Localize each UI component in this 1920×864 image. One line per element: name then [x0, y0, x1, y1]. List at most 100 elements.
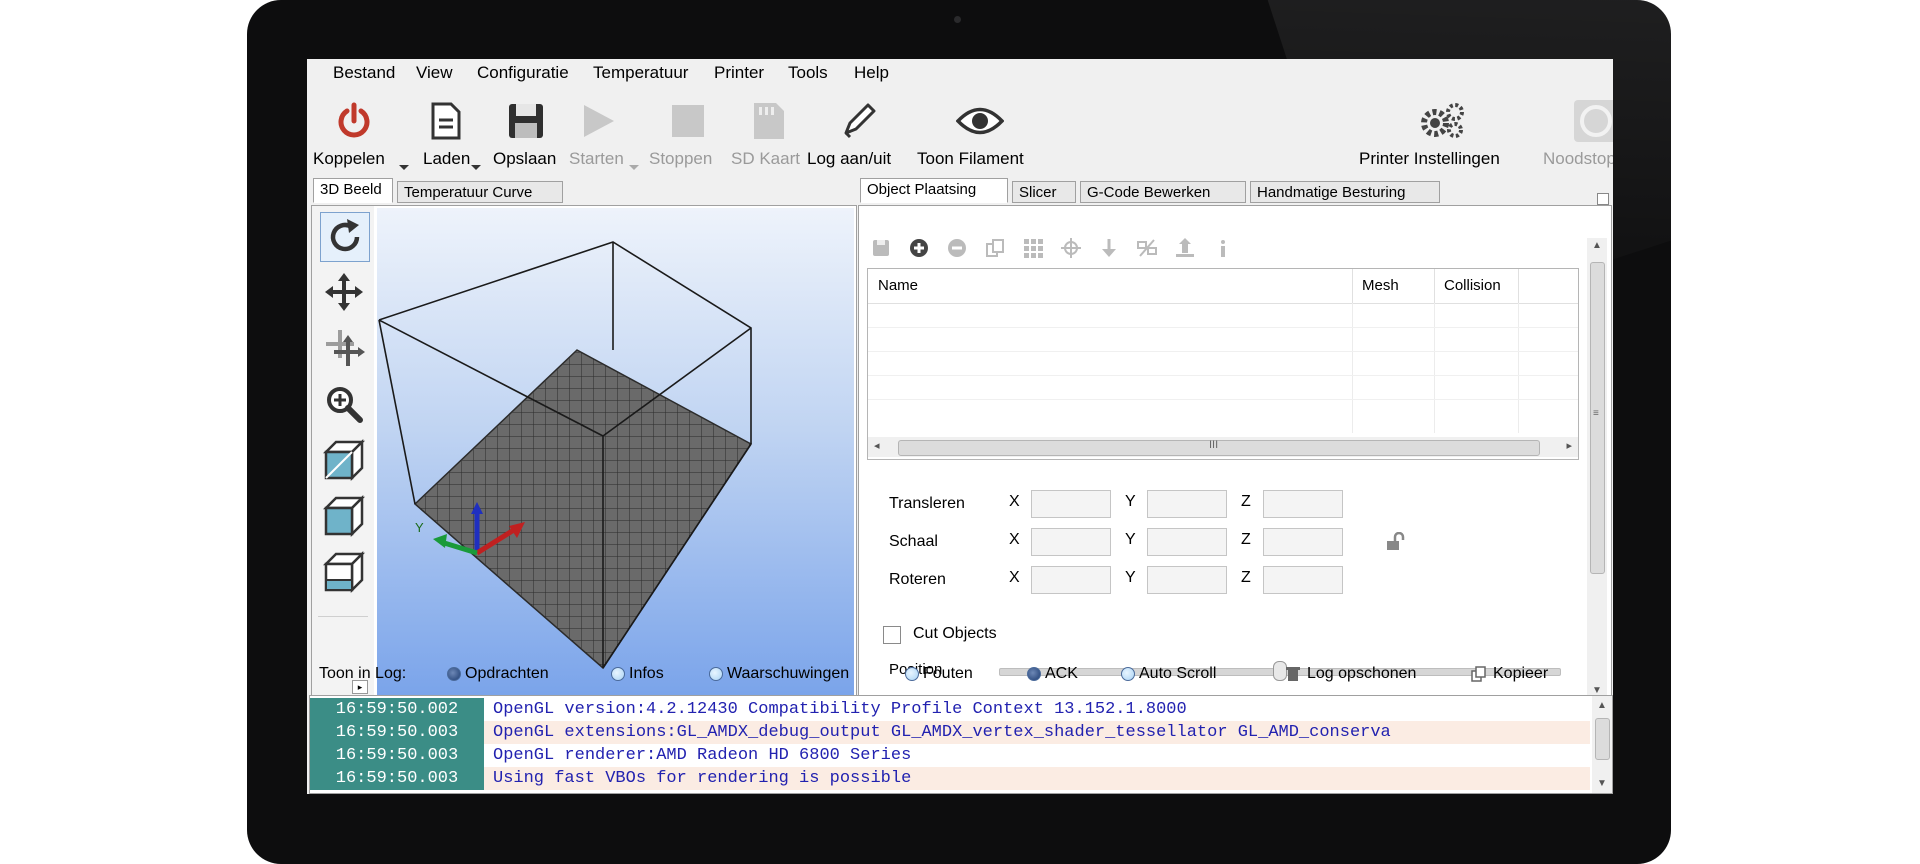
translate-z-input[interactable] [1263, 490, 1343, 518]
radio-off-icon [611, 667, 625, 681]
panel-vscroll[interactable]: ▲ ≡ ▼ [1587, 238, 1607, 698]
rotate-z-input[interactable] [1263, 566, 1343, 594]
tab-manual-control[interactable]: Handmatige Besturing [1250, 181, 1440, 203]
copy-object-icon[interactable] [983, 236, 1007, 260]
scale-x-input[interactable] [1031, 528, 1111, 556]
move-view-icon[interactable] [320, 268, 368, 316]
stop-button[interactable]: Stoppen [649, 97, 725, 177]
object-list: Name Mesh Collision ◂ III ▸ [867, 268, 1579, 460]
log-vscroll[interactable]: ▲ ▼ [1592, 696, 1612, 793]
zoom-icon[interactable] [320, 380, 368, 428]
grid-line [868, 399, 1578, 400]
center-object-icon[interactable] [1059, 236, 1083, 260]
start-button[interactable]: Starten [567, 97, 637, 177]
vscroll-thumb[interactable]: ≡ [1590, 262, 1605, 574]
scroll-right-icon[interactable]: ▸ [1566, 439, 1572, 452]
filter-commands-toggle[interactable]: Opdrachten [447, 665, 549, 683]
info-icon[interactable] [1211, 236, 1235, 260]
menu-help[interactable]: Help [854, 63, 889, 83]
emergency-stop-button[interactable]: Noodstop [1543, 97, 1613, 177]
sd-card-button[interactable]: SD Kaart [731, 97, 807, 177]
unlock-icon[interactable] [1385, 531, 1407, 556]
autoscroll-toggle[interactable]: Auto Scroll [1121, 665, 1216, 683]
column-mesh[interactable]: Mesh [1362, 277, 1399, 294]
radio-off-icon [1121, 667, 1135, 681]
translate-x-input[interactable] [1031, 490, 1111, 518]
scale-z-input[interactable] [1263, 528, 1343, 556]
menu-temperatuur[interactable]: Temperatuur [593, 63, 688, 83]
3d-viewport[interactable]: Y [377, 208, 854, 700]
connect-label: Koppelen [313, 149, 385, 168]
grid-line [1434, 303, 1435, 433]
log-console[interactable]: 16:59:50.002 OpenGL version:4.2.12430 Co… [309, 695, 1613, 794]
printer-settings-button[interactable]: Printer Instellingen [1359, 97, 1527, 177]
move-object-icon[interactable] [320, 324, 368, 372]
connect-dropdown-icon[interactable] [399, 165, 409, 170]
log-scroll-thumb[interactable] [1595, 718, 1610, 760]
add-object-icon[interactable] [907, 236, 931, 260]
menu-view[interactable]: View [416, 63, 453, 83]
clear-log-button[interactable]: Log opschonen [1285, 665, 1416, 683]
log-timestamp: 16:59:50.003 [310, 744, 484, 767]
remove-object-icon[interactable] [945, 236, 969, 260]
menu-configuratie[interactable]: Configuratie [477, 63, 569, 83]
radio-off-icon [905, 667, 919, 681]
tab-gcode-editor[interactable]: G-Code Bewerken [1080, 181, 1246, 203]
scroll-up-icon[interactable]: ▲ [1592, 240, 1602, 251]
land-object-icon[interactable] [1173, 236, 1197, 260]
filter-ack-toggle[interactable]: ACK [1027, 665, 1078, 683]
log-timestamp: 16:59:50.003 [310, 767, 484, 790]
menu-printer[interactable]: Printer [714, 63, 764, 83]
log-row: 16:59:50.003 OpenGL renderer:AMD Radeon … [310, 744, 1590, 767]
filter-errors-toggle[interactable]: Fouten [905, 665, 973, 683]
object-list-hscroll[interactable]: ◂ III ▸ [868, 437, 1578, 457]
view-front-icon[interactable] [320, 492, 368, 540]
rotate-y-input[interactable] [1147, 566, 1227, 594]
menu-tools[interactable]: Tools [788, 63, 828, 83]
scroll-grip-icon: ≡ [1593, 408, 1599, 419]
eye-icon [955, 97, 1005, 145]
log-message: Using fast VBOs for rendering is possibl… [493, 769, 912, 788]
rotate-x-input[interactable] [1031, 566, 1111, 594]
filter-infos-toggle[interactable]: Infos [611, 665, 664, 683]
tab-object-placement[interactable]: Object Plaatsing [860, 178, 1008, 203]
translate-y-input[interactable] [1147, 490, 1227, 518]
floppy-disk-icon [501, 97, 551, 145]
start-dropdown-icon[interactable] [629, 165, 639, 170]
log-message: OpenGL renderer:AMD Radeon HD 6800 Serie… [493, 746, 912, 765]
view-isometric-icon[interactable] [320, 436, 368, 484]
menu-bestand[interactable]: Bestand [333, 63, 395, 83]
tab-3d-view[interactable]: 3D Beeld [313, 178, 393, 203]
save-object-icon[interactable] [869, 236, 893, 260]
tab-slicer[interactable]: Slicer [1012, 181, 1076, 203]
load-dropdown-icon[interactable] [471, 165, 481, 170]
scroll-up-icon[interactable]: ▲ [1597, 700, 1607, 711]
sd-card-label: SD Kaart [731, 149, 800, 168]
show-filament-button[interactable]: Toon Filament [917, 97, 1047, 177]
scroll-left-icon[interactable]: ◂ [874, 439, 880, 452]
axis-y-label: Y [1125, 493, 1136, 510]
object-placement-panel: Name Mesh Collision ◂ III ▸ ▲ ≡ ▼ Transl… [858, 205, 1612, 703]
view-top-icon[interactable] [320, 548, 368, 596]
cut-objects-checkbox[interactable] [883, 626, 901, 644]
scroll-down-icon[interactable]: ▼ [1597, 778, 1607, 789]
left-tab-strip: 3D Beeld Temperatuur Curve [313, 178, 853, 205]
split-object-icon[interactable] [1135, 236, 1159, 260]
hscroll-thumb[interactable]: III [898, 439, 1540, 456]
radio-on-icon [1027, 667, 1041, 681]
filter-warnings-toggle[interactable]: Waarschuwingen [709, 665, 849, 683]
rotate-view-icon[interactable] [320, 212, 370, 262]
load-button[interactable]: Laden [419, 97, 479, 177]
column-name[interactable]: Name [878, 277, 918, 294]
axis-z-label: Z [1241, 569, 1251, 586]
tab-temperature-curve[interactable]: Temperatuur Curve [397, 181, 563, 203]
connect-button[interactable]: Koppelen [313, 97, 397, 177]
column-collision[interactable]: Collision [1444, 277, 1501, 294]
save-button[interactable]: Opslaan [493, 97, 569, 177]
copy-log-button[interactable]: Kopieer [1471, 665, 1548, 683]
autoposition-icon[interactable] [1021, 236, 1045, 260]
log-toggle-button[interactable]: Log aan/uit [807, 97, 911, 177]
drop-object-icon[interactable] [1097, 236, 1121, 260]
axis-x-label: X [1009, 569, 1020, 586]
scale-y-input[interactable] [1147, 528, 1227, 556]
